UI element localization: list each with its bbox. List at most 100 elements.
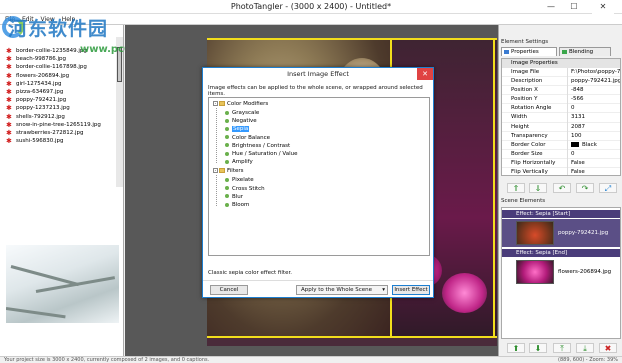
scene-item-selected[interactable]: poppy-792421.jpg	[502, 219, 620, 247]
property-row[interactable]: Border Size 0	[502, 149, 620, 159]
dialog-description: Image effects can be applied to the whol…	[208, 85, 423, 97]
property-row[interactable]: Image File F:\Photos\poppy-792421.jpg	[502, 68, 621, 78]
file-name: beach-998786.jpg	[16, 56, 66, 63]
color-swatch[interactable]	[571, 141, 579, 147]
tab-properties[interactable]: Properties	[501, 47, 557, 56]
effect-icon	[225, 135, 229, 140]
effect-label: Brightness / Contrast	[232, 142, 291, 149]
effect-icon	[225, 126, 229, 131]
property-row[interactable]: Flip Vertically False	[502, 168, 620, 175]
file-list-item[interactable]: ✱ pizza-634697.jpg	[4, 88, 116, 96]
property-value-text: 100	[571, 132, 582, 139]
effect-label: Amplify	[232, 159, 253, 166]
property-value[interactable]: 0	[567, 149, 620, 159]
file-list-item[interactable]: ✱ girl-1275434.jpg	[4, 80, 116, 88]
tree-effect-item[interactable]: Brightness / Contrast	[225, 143, 290, 150]
property-value-text: F:\Photos\poppy-792421.jpg	[571, 69, 621, 75]
file-list-item[interactable]: ✱ poppy-1237213.jpg	[4, 104, 116, 112]
tree-effect-item[interactable]: Bloom	[225, 202, 249, 209]
property-grid[interactable]: Image Properties Image File F:\Photos\pop…	[501, 58, 621, 176]
property-row[interactable]: Description poppy-792421.jpg	[502, 77, 620, 87]
layer-down-button[interactable]: ⬇	[529, 343, 547, 353]
file-list-item[interactable]: ✱ beach-998786.jpg	[4, 55, 116, 63]
property-value[interactable]: poppy-792421.jpg	[567, 77, 620, 87]
dialog-close-button[interactable]: ✕	[417, 68, 433, 80]
close-window-button[interactable]: ✕	[592, 0, 614, 14]
file-list-item[interactable]: ✱ poppy-792421.jpg	[4, 96, 116, 104]
image-file-icon: ✱	[6, 120, 12, 129]
apply-scope-select[interactable]: Apply to the Whole Scene ▾	[296, 285, 388, 295]
property-value[interactable]: 3131	[567, 113, 620, 123]
cancel-button[interactable]: Cancel	[210, 285, 248, 295]
property-key: Image File	[511, 69, 540, 75]
property-value[interactable]: 0	[567, 104, 620, 114]
property-value[interactable]: False	[567, 158, 620, 169]
tree-category[interactable]: - Color Modifiers	[213, 101, 268, 108]
property-value[interactable]: F:\Photos\poppy-792421.jpg	[567, 68, 621, 78]
rotate-right-button[interactable]: ↷	[576, 183, 594, 193]
file-list-scrollbar[interactable]	[116, 37, 123, 187]
file-list-item[interactable]: ✱ flowers-206894.jpg	[4, 72, 116, 80]
effect-tree[interactable]: - Color Modifiers Grayscale Negative Sepia Co…	[208, 97, 430, 256]
tree-effect-item[interactable]: Grayscale	[225, 110, 259, 117]
layer-up-button[interactable]: ⬆	[507, 343, 525, 353]
move-up-button[interactable]: ⇑	[507, 183, 525, 193]
tab-blending[interactable]: Blending	[559, 47, 611, 56]
scene-item-name: flowers-206894.jpg	[558, 269, 612, 275]
rotate-left-button[interactable]: ↶	[553, 183, 571, 193]
effect-start-row[interactable]: Effect: Sepia [Start]	[502, 210, 620, 218]
tree-effect-item[interactable]: Amplify	[225, 159, 253, 166]
file-name: girl-1275434.jpg	[16, 80, 62, 87]
scene-elements-list[interactable]: Effect: Sepia [Start] poppy-792421.jpg E…	[501, 207, 621, 339]
insert-effect-button[interactable]: Insert Effect	[392, 285, 430, 295]
property-row[interactable]: Rotation Angle 0	[502, 104, 620, 114]
layer-bottom-button[interactable]: ⤓	[576, 343, 594, 353]
image-file-icon: ✱	[6, 128, 12, 137]
property-row[interactable]: Flip Horizontally False	[502, 158, 620, 169]
property-value-text: 0	[571, 105, 575, 112]
tree-effect-item[interactable]: Hue / Saturation / Value	[225, 151, 297, 158]
collapse-toggle-icon[interactable]: -	[213, 101, 218, 106]
tree-effect-item[interactable]: Blur	[225, 194, 243, 201]
effect-label: Grayscale	[232, 110, 260, 116]
property-row[interactable]: Width 3131	[502, 113, 620, 123]
property-row[interactable]: Position X -848	[502, 86, 620, 96]
delete-element-button[interactable]: ✖	[599, 343, 617, 353]
dialog-separator	[203, 280, 433, 281]
property-row[interactable]: Border Color Black	[502, 140, 620, 150]
layer-top-button[interactable]: ⤒	[553, 343, 571, 353]
fit-button[interactable]: ⤢	[599, 183, 617, 193]
minimize-button[interactable]: —	[540, 0, 562, 14]
scene-item[interactable]: flowers-206894.jpg	[502, 258, 620, 286]
move-down-button[interactable]: ⇓	[529, 183, 547, 193]
property-value-text: 3131	[571, 114, 585, 121]
file-list-item[interactable]: ✱ sushi-596830.jpg	[4, 137, 116, 145]
property-value[interactable]: -566	[567, 95, 620, 105]
tree-effect-item[interactable]: Pixelate	[225, 177, 254, 184]
maximize-button[interactable]: ☐	[563, 0, 585, 14]
file-list-item[interactable]: ✱ snow-in-pine-tree-1265119.jpg	[4, 121, 116, 129]
file-list-item[interactable]: ✱ border-collie-1167898.jpg	[4, 63, 116, 71]
effect-end-row[interactable]: Effect: Sepia [End]	[502, 249, 620, 257]
file-list-item[interactable]: ✱ shells-792912.jpg	[4, 113, 116, 121]
effect-icon	[225, 194, 229, 199]
property-row[interactable]: Transparency 100	[502, 131, 620, 141]
tree-effect-item[interactable]: Cross Stitch	[225, 186, 265, 193]
property-row[interactable]: Height 2087	[502, 122, 620, 132]
tree-category[interactable]: - Filters	[213, 168, 244, 175]
file-list-item[interactable]: ✱ strawberries-272812.jpg	[4, 129, 116, 137]
tree-connector	[216, 108, 217, 164]
property-value[interactable]: 100	[567, 131, 620, 141]
tree-category-label: Color Modifiers	[227, 101, 269, 107]
property-value-text: 2087	[571, 123, 585, 130]
tree-effect-item[interactable]: Negative	[225, 118, 257, 125]
property-value[interactable]: Black	[567, 140, 620, 150]
property-value[interactable]: 2087	[567, 122, 620, 132]
property-row[interactable]: Position Y -566	[502, 95, 620, 105]
file-name: sushi-596830.jpg	[16, 138, 64, 145]
property-value[interactable]: False	[567, 168, 620, 175]
collapse-toggle-icon[interactable]: -	[213, 168, 218, 174]
tree-effect-item[interactable]: Sepia	[225, 126, 250, 133]
property-value[interactable]: -848	[567, 86, 620, 96]
tree-effect-item[interactable]: Color Balance	[225, 135, 270, 142]
